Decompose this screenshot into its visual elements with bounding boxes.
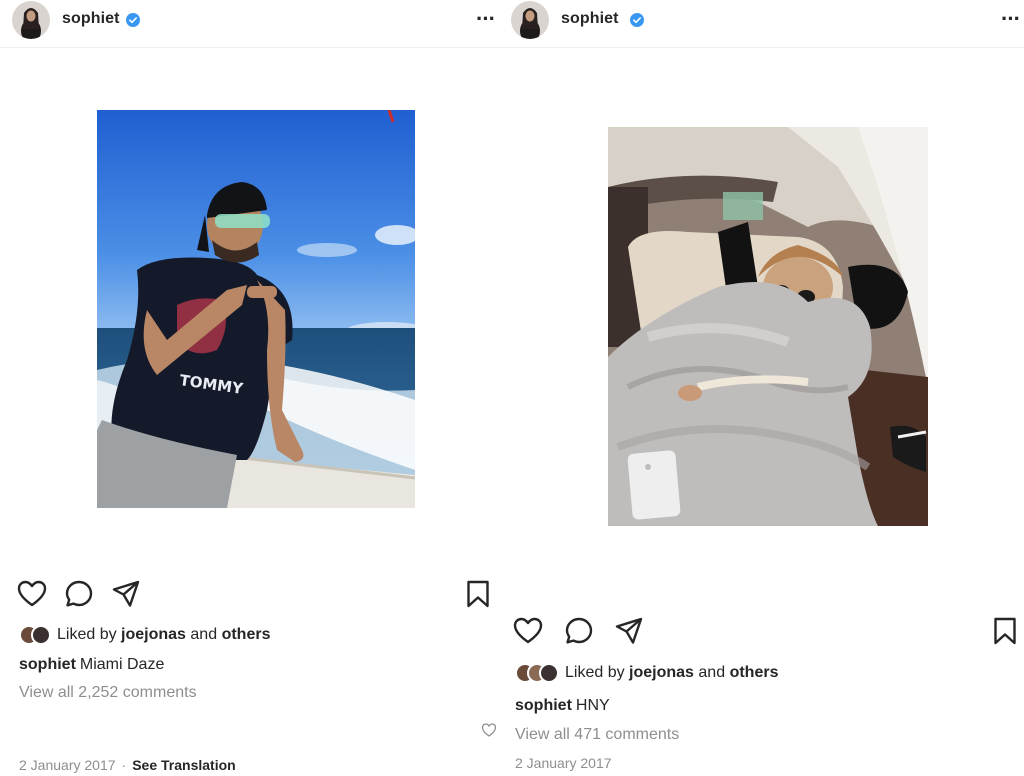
post-date: 2 January 2017 [515, 755, 612, 771]
small-heart-icon[interactable] [481, 722, 497, 738]
heart-icon[interactable] [512, 615, 544, 647]
caption: sophiet HNY [515, 697, 610, 715]
share-icon[interactable] [613, 615, 645, 647]
caption-username[interactable]: sophiet [515, 697, 572, 714]
share-icon[interactable] [110, 578, 142, 610]
post-date: 2 January 2017 [19, 757, 116, 773]
liked-by-user[interactable]: joejonas [121, 626, 186, 644]
liked-by-and: and [190, 626, 218, 643]
bookmark-icon[interactable] [462, 578, 494, 610]
post-header: sophiet ··· [0, 0, 505, 48]
username[interactable]: sophiet [62, 10, 120, 28]
heart-icon[interactable] [16, 578, 48, 610]
avatar[interactable] [511, 1, 549, 39]
verified-badge-icon [126, 13, 140, 27]
caption-text: HNY [575, 697, 610, 714]
liked-by-others[interactable]: others [730, 664, 779, 682]
separator: · [121, 757, 127, 773]
likes-summary[interactable]: Liked by joejonas and others [19, 625, 270, 645]
bookmark-icon[interactable] [989, 615, 1021, 647]
post-header: sophiet ··· [505, 0, 1024, 48]
likes-summary[interactable]: Liked by joejonas and others [515, 663, 778, 683]
comment-icon[interactable] [63, 578, 95, 610]
caption-username[interactable]: sophiet [19, 656, 76, 673]
post-2: sophiet ··· Liked by joejonas and others… [481, 0, 1024, 776]
comment-icon[interactable] [563, 615, 595, 647]
post-date-row: 2 January 2017 · See Translation [19, 757, 236, 773]
view-all-comments-link[interactable]: View all 471 comments [515, 726, 679, 744]
liked-by-and: and [698, 664, 726, 681]
avatar[interactable] [12, 1, 50, 39]
view-all-comments-link[interactable]: View all 2,252 comments [19, 684, 197, 702]
liked-by-others[interactable]: others [222, 626, 271, 644]
see-translation-link[interactable]: See Translation [132, 757, 235, 773]
liked-by-user[interactable]: joejonas [629, 664, 694, 682]
post-photo[interactable]: TOMMY [97, 110, 415, 508]
more-options-icon[interactable]: ··· [476, 8, 496, 30]
caption: sophiet Miami Daze [19, 656, 164, 674]
post-1: sophiet ··· TOMMY Liked by joejonas and … [0, 0, 505, 776]
liker-avatars [19, 625, 51, 645]
caption-text: Miami Daze [79, 656, 165, 673]
verified-badge-icon [630, 13, 644, 27]
liker-avatars [515, 663, 559, 683]
liked-by-prefix: Liked by [565, 664, 625, 681]
more-options-icon[interactable]: ··· [1001, 8, 1021, 30]
username[interactable]: sophiet [561, 10, 619, 28]
post-photo[interactable] [608, 127, 928, 526]
liked-by-prefix: Liked by [57, 626, 117, 643]
